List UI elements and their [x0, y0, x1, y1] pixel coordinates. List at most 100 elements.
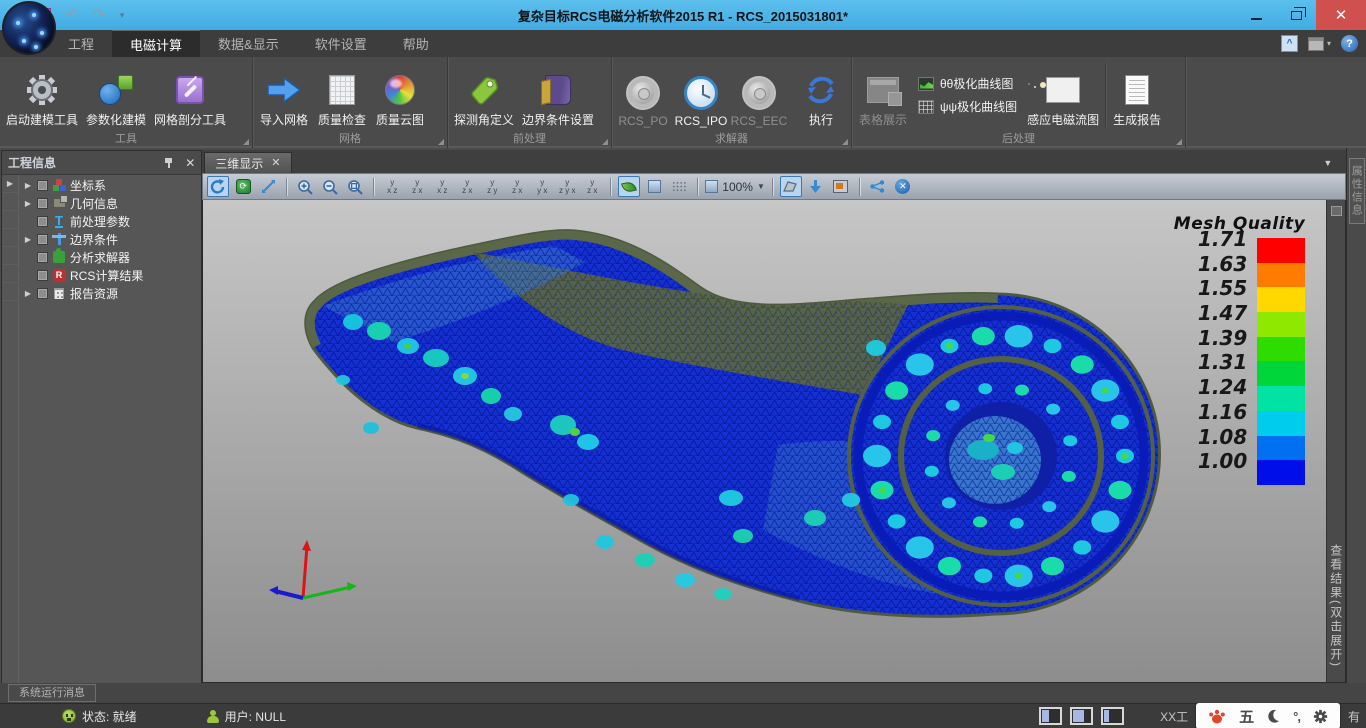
gutter-arrow-icon[interactable]: ▶: [5, 179, 15, 188]
tab-data-display[interactable]: 数据&显示: [200, 30, 297, 57]
axis-view-button[interactable]: y z x: [406, 176, 428, 197]
collapse-ribbon-button[interactable]: ^: [1281, 35, 1298, 52]
checkbox[interactable]: [37, 288, 48, 299]
execute-button[interactable]: 执行: [792, 59, 850, 131]
panel-close-icon[interactable]: ✕: [185, 157, 195, 169]
zoom-window-button[interactable]: [344, 176, 366, 197]
paw-icon[interactable]: [1208, 708, 1226, 724]
tab-project[interactable]: 工程: [50, 30, 112, 57]
pin-icon[interactable]: [163, 157, 175, 169]
expand-arrow-icon[interactable]: ▶: [23, 181, 33, 190]
quality-check-button[interactable]: 质量检查: [313, 59, 371, 131]
zoom-out-button[interactable]: [319, 176, 341, 197]
boundary-condition-button[interactable]: 边界条件设置: [518, 59, 598, 131]
axis-view-button[interactable]: y x z: [431, 176, 453, 197]
tree-item-geometry-info[interactable]: ▶ 几何信息: [19, 194, 201, 212]
induced-current-map-button[interactable]: 感应电磁流图: [1023, 59, 1103, 131]
results-collapsed-strip[interactable]: 查看结果(双击展开): [1326, 200, 1345, 682]
share-flow-button[interactable]: [867, 176, 889, 197]
launch-modeling-tool-button[interactable]: 启动建模工具: [2, 59, 82, 131]
download-view-button[interactable]: [805, 176, 827, 197]
probe-angle-button[interactable]: 探测角定义: [450, 59, 518, 131]
fit-view-button[interactable]: [257, 176, 279, 197]
3d-viewport[interactable]: Mesh Quality 1.711.631.551.471.391.311.2…: [202, 200, 1346, 683]
tree-item-rcs-results[interactable]: R RCS计算结果: [19, 266, 201, 284]
minimize-button[interactable]: [1236, 0, 1276, 30]
group-expand-icon[interactable]: [243, 139, 249, 145]
zoom-dropdown-icon[interactable]: ▼: [757, 182, 765, 191]
expand-arrow-icon[interactable]: ▶: [23, 199, 33, 208]
qat-dropdown-icon[interactable]: ▾: [120, 10, 125, 21]
quality-cloud-button[interactable]: 质量云图: [371, 59, 429, 131]
tab-3d-display[interactable]: 三维显示 ✕: [204, 152, 291, 173]
group-expand-icon[interactable]: [438, 139, 444, 145]
points-view-button[interactable]: [668, 176, 690, 197]
close-view-button[interactable]: ✕: [892, 176, 914, 197]
ime-toolbar[interactable]: 五 °,: [1196, 703, 1340, 728]
axis-view-button[interactable]: y z x: [506, 176, 528, 197]
rcs-ipo-button[interactable]: RCS_IPO: [672, 59, 730, 131]
axis-view-button[interactable]: y z x: [456, 176, 478, 197]
group-expand-icon[interactable]: [602, 139, 608, 145]
tab-em-compute[interactable]: 电磁计算: [112, 30, 200, 57]
layout-left-panel-icon[interactable]: [1039, 707, 1062, 725]
tree-item-preprocess-params[interactable]: T 前处理参数: [19, 212, 201, 230]
undo-icon[interactable]: ↶: [65, 5, 78, 25]
ribbon: 启动建模工具 参数化建模 网格剖分工具 工具 导入网格: [0, 57, 1366, 148]
tab-list-dropdown-icon[interactable]: ▼: [1323, 158, 1332, 168]
expand-arrow-icon[interactable]: ▶: [23, 235, 33, 244]
properties-panel-tab[interactable]: 属性信息: [1349, 158, 1365, 224]
checkbox[interactable]: [37, 198, 48, 209]
window-capture-button[interactable]: [830, 176, 852, 197]
zoom-in-button[interactable]: [294, 176, 316, 197]
table-display-button[interactable]: 表格展示: [854, 59, 912, 131]
tab-settings[interactable]: 软件设置: [297, 30, 385, 57]
axis-view-button[interactable]: y x z: [381, 176, 403, 197]
help-button[interactable]: ?: [1341, 35, 1358, 52]
restore-button[interactable]: [1276, 0, 1316, 30]
ime-mode-key[interactable]: 五: [1239, 706, 1254, 727]
print-preview-button[interactable]: ▾: [1308, 37, 1331, 51]
ime-punctuation-icon[interactable]: °,: [1293, 709, 1300, 724]
layout-narrow-panel-icon[interactable]: [1101, 707, 1124, 725]
rotate-view-button[interactable]: [207, 176, 229, 197]
pan-view-button[interactable]: ⟳: [232, 176, 254, 197]
rcs-po-button[interactable]: RCS_PO: [614, 59, 672, 131]
tree-item-coordinate-system[interactable]: ▶ 坐标系: [19, 176, 201, 194]
import-mesh-button[interactable]: 导入网格: [255, 59, 313, 131]
mesh-partition-tool-button[interactable]: 网格剖分工具: [150, 59, 230, 131]
theta-polarization-curve-button[interactable]: θθ极化曲线图: [918, 75, 1017, 92]
group-expand-icon[interactable]: [842, 139, 848, 145]
axis-view-button[interactable]: y z x: [581, 176, 603, 197]
tree-item-report-resources[interactable]: ▶ 报告资源: [19, 284, 201, 302]
tree-item-analysis-solver[interactable]: 分析求解器: [19, 248, 201, 266]
shaded-view-button[interactable]: [618, 176, 640, 197]
select-region-button[interactable]: [780, 176, 802, 197]
checkbox[interactable]: [37, 216, 48, 227]
redo-icon[interactable]: ↷: [92, 5, 105, 25]
close-button[interactable]: ✕: [1316, 0, 1366, 30]
wireframe-view-button[interactable]: [643, 176, 665, 197]
tree-item-boundary-conditions[interactable]: ▶ 边界条件: [19, 230, 201, 248]
checkbox[interactable]: [37, 180, 48, 191]
checkbox[interactable]: [37, 270, 48, 281]
psi-polarization-curve-button[interactable]: ψψ极化曲线图: [918, 98, 1017, 115]
axis-view-button[interactable]: y z y x: [556, 176, 578, 197]
checkbox[interactable]: [37, 252, 48, 263]
group-expand-icon[interactable]: [1176, 139, 1182, 145]
ime-settings-gear-icon[interactable]: [1313, 709, 1328, 724]
app-logo[interactable]: [2, 1, 56, 55]
tab-close-icon[interactable]: ✕: [271, 157, 280, 169]
axis-view-button[interactable]: y y x: [531, 176, 553, 197]
system-messages-tab[interactable]: 系统运行消息: [8, 684, 96, 702]
expand-arrow-icon[interactable]: ▶: [23, 289, 33, 298]
generate-report-button[interactable]: 生成报告: [1108, 59, 1166, 131]
checkbox[interactable]: [37, 234, 48, 245]
layout-split-icon[interactable]: [1070, 707, 1093, 725]
tab-help[interactable]: 帮助: [385, 30, 447, 57]
zoom-level-control[interactable]: 100% ▼: [705, 180, 765, 194]
parametric-modeling-button[interactable]: 参数化建模: [82, 59, 150, 131]
rcs-eec-button[interactable]: RCS_EEC: [730, 59, 788, 131]
moon-icon[interactable]: [1267, 709, 1280, 723]
axis-view-button[interactable]: y z y: [481, 176, 503, 197]
